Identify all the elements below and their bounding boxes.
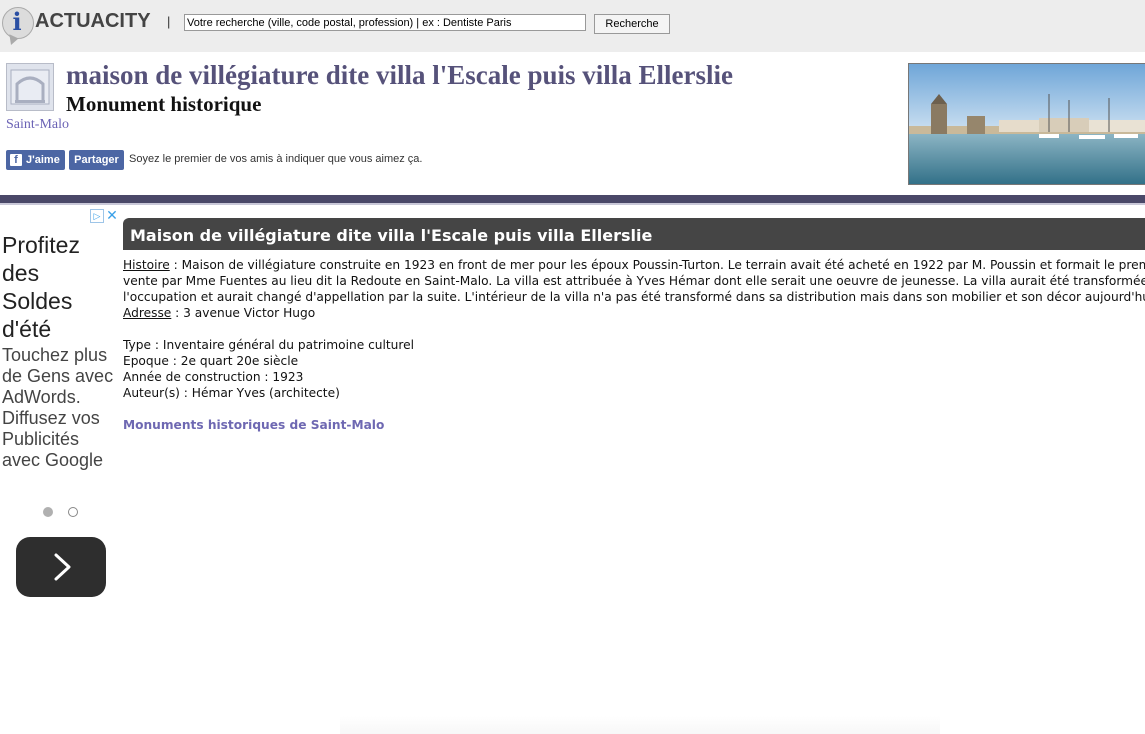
- header-photo-harbor: [908, 63, 1145, 185]
- chevron-right-icon: [54, 553, 71, 581]
- ad-close-icon[interactable]: ✕: [105, 208, 119, 223]
- article-content: Histoire : Maison de villégiature constr…: [123, 257, 1145, 433]
- top-bar: i ACTUACITY | Recherche: [0, 0, 1145, 52]
- adresse-line: Adresse : 3 avenue Victor Hugo: [123, 305, 1145, 321]
- facebook-social-text: Soyez le premier de vos amis à indiquer …: [129, 153, 423, 165]
- auteurs-line: Auteur(s) : Hémar Yves (architecte): [123, 386, 340, 400]
- search-button[interactable]: Recherche: [594, 14, 670, 34]
- histoire-line-1: Histoire : Maison de villégiature constr…: [123, 257, 1145, 273]
- annee-line: Année de construction : 1923: [123, 370, 304, 384]
- ad-carousel-dot-active[interactable]: [43, 507, 53, 517]
- ad-headline[interactable]: Profitez des Soldes d'été: [2, 231, 112, 343]
- logo-text: ACTUACITY: [35, 10, 151, 32]
- search-input[interactable]: [184, 14, 586, 31]
- header-divider-shadow: [0, 203, 1145, 205]
- page-subtitle: Monument historique: [66, 92, 262, 116]
- histoire-text-1: : Maison de villégiature construite en 1…: [169, 258, 1145, 272]
- facebook-like-button[interactable]: f J'aime: [6, 150, 65, 170]
- page-title: maison de villégiature dite villa l'Esca…: [66, 60, 733, 90]
- header-divider: [0, 195, 1145, 203]
- facebook-share-button[interactable]: Partager: [69, 150, 124, 170]
- ad-info-icon[interactable]: ▷: [90, 209, 104, 223]
- facebook-like-label: J'aime: [26, 154, 60, 166]
- city-link[interactable]: Saint-Malo: [6, 117, 69, 133]
- monument-thumbnail[interactable]: [6, 63, 54, 111]
- histoire-label: Histoire: [123, 258, 170, 272]
- adresse-label: Adresse: [123, 306, 172, 320]
- monuments-link[interactable]: Monuments historiques de Saint-Malo: [123, 417, 1145, 433]
- ad-body-text[interactable]: Touchez plus de Gens avec AdWords. Diffu…: [2, 345, 118, 471]
- ad-carousel-dot[interactable]: [68, 507, 78, 517]
- histoire-text-3: l'occupation et aurait changé d'appellat…: [123, 290, 1145, 304]
- bottom-shadow: [340, 716, 940, 734]
- logo-i-letter: i: [12, 7, 22, 36]
- facebook-icon: f: [10, 154, 22, 166]
- type-line: Type : Inventaire général du patrimoine …: [123, 338, 415, 352]
- adresse-value: : 3 avenue Victor Hugo: [171, 306, 316, 320]
- epoque-line: Epoque : 2e quart 20e siècle: [123, 354, 299, 368]
- ad-next-button[interactable]: [16, 537, 106, 597]
- article-title: Maison de villégiature dite villa l'Esca…: [130, 226, 653, 245]
- separator: |: [167, 14, 171, 29]
- histoire-text-2: vente par Mme Fuentes au lieu dit la Red…: [123, 274, 1145, 288]
